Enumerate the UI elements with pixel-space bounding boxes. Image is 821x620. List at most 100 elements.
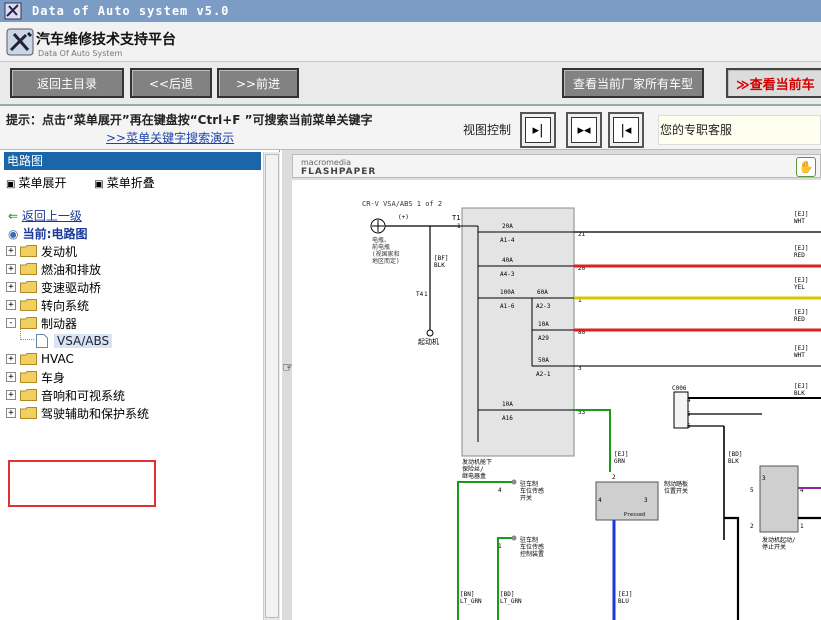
expand-icon[interactable]: +: [6, 300, 16, 310]
current-model-button[interactable]: ≫查看当前车: [726, 68, 821, 98]
svg-text:YEL: YEL: [794, 284, 805, 291]
flashpaper-logo: macromedia FLASHPAPER: [301, 158, 377, 177]
app-subtitle: Data Of Auto System: [38, 49, 123, 58]
back-button[interactable]: <<后退: [130, 68, 212, 98]
tree-leaf-vsa-abs[interactable]: VSA/ABS: [36, 332, 113, 350]
folder-icon: [20, 389, 37, 401]
svg-text:A1-4: A1-4: [500, 237, 515, 244]
flashpaper-toolbar: macromedia FLASHPAPER ✋: [292, 154, 821, 178]
svg-text:[EJ]: [EJ]: [614, 451, 628, 458]
battery-note: 电瓶、前电瓶(视国家和地区而定): [372, 236, 400, 265]
start-stop-switch: [759, 465, 799, 533]
expand-icon[interactable]: +: [6, 246, 16, 256]
svg-text:BLU: BLU: [618, 598, 629, 605]
view-expand-right-button[interactable]: ▸|: [520, 112, 556, 148]
tree-connector: [20, 322, 34, 340]
svg-text:Pressed: Pressed: [624, 512, 645, 518]
tree-node[interactable]: + 转向系统: [6, 296, 89, 314]
svg-text:10A: 10A: [538, 321, 549, 328]
wiring-diagram-svg: CR-V VSA/ABS 1 of 2 (+) 电瓶、前电瓶(视国家和地区而定)…: [362, 200, 821, 620]
c006-label: C006: [672, 385, 687, 392]
tree-node[interactable]: + 变速驱动桥: [6, 278, 101, 296]
title-bar: Data of Auto system v5.0: [0, 0, 821, 22]
green-arrow-left-icon: ⇐: [8, 209, 19, 223]
hint-bar: 提示：点击“菜单展开”再在键盘按“Ctrl+F ”可搜索当前菜单关键字 >>菜单…: [0, 106, 821, 150]
split-icon: ▸◂: [577, 122, 591, 138]
tree-node-label: 音响和可视系统: [41, 388, 126, 403]
svg-text:2: 2: [612, 474, 616, 481]
all-models-button[interactable]: 查看当前厂家所有车型: [562, 68, 704, 98]
globe-icon: ◉: [8, 227, 19, 241]
wiring-diagram[interactable]: CR-V VSA/ABS 1 of 2 (+) 电瓶、前电瓶(视国家和地区而定)…: [292, 180, 821, 620]
ground-pin: 1: [424, 291, 428, 298]
svg-text:3: 3: [644, 497, 648, 504]
menu-panel: 电路图 ▣ 菜单展开 ▣ 菜单折叠 ⇐ 返回上一级 ◉ 当前:电路图 + 发动机 + 燃油…: [0, 150, 280, 620]
expand-icon[interactable]: +: [6, 390, 16, 400]
app-icon: [4, 2, 22, 20]
arrow-right-icon: ▸|: [532, 122, 544, 138]
expand-icon[interactable]: +: [6, 354, 16, 364]
panel-scrollbar[interactable]: [263, 152, 280, 620]
document-viewer: macromedia FLASHPAPER ✋ ☞ CR-V VSA/ABS 1…: [282, 150, 821, 620]
tree-node-label: 燃油和排放: [41, 262, 102, 277]
tree-node[interactable]: + 驾驶辅助和保护系统: [6, 404, 149, 422]
ground-wire-code: [BF] BLK: [434, 255, 448, 269]
tree-node-label: 转向系统: [41, 298, 90, 313]
menu-expand-button[interactable]: ▣ 菜单展开: [6, 176, 78, 190]
tree-node-label: 发动机: [41, 244, 78, 259]
hand-tool-icon[interactable]: ✋: [796, 157, 816, 177]
wire-grn: [574, 409, 611, 472]
svg-text:[EJ]: [EJ]: [618, 591, 632, 598]
view-split-button[interactable]: ▸◂: [566, 112, 602, 148]
svg-text:[EJ]: [EJ]: [794, 309, 808, 316]
tree-node[interactable]: + 车身: [6, 368, 65, 386]
expand-box-icon: ▣: [6, 179, 16, 190]
tree-leaf-label: VSA/ABS: [54, 334, 113, 348]
home-button[interactable]: 返回主目录: [10, 68, 124, 98]
svg-text:RED: RED: [794, 316, 805, 323]
menu-collapse-button[interactable]: ▣ 菜单折叠: [94, 176, 166, 190]
t1-label: T1: [452, 214, 460, 222]
expand-icon[interactable]: +: [6, 408, 16, 418]
svg-text:BLK: BLK: [728, 458, 739, 465]
app-header: 汽车维修技术支持平台 Data Of Auto System: [0, 22, 821, 62]
menu-actions: ▣ 菜单展开 ▣ 菜单折叠: [6, 174, 179, 191]
tree-node[interactable]: + 音响和可视系统: [6, 386, 125, 404]
svg-text:[BD]: [BD]: [500, 591, 514, 598]
tree-node-label: 驾驶辅助和保护系统: [41, 406, 150, 421]
tree-node-label: 车身: [41, 370, 66, 385]
back-up-link[interactable]: ⇐ 返回上一级: [8, 207, 82, 224]
collapse-icon[interactable]: -: [6, 318, 16, 328]
svg-text:[EJ]: [EJ]: [794, 211, 808, 218]
app-title: 汽车维修技术支持平台: [36, 32, 176, 48]
search-demo-link[interactable]: >>菜单关键字搜索演示: [106, 129, 234, 146]
svg-text:A4-3: A4-3: [500, 271, 515, 278]
tree-node[interactable]: + HVAC: [6, 350, 74, 368]
panel-title: 电路图: [4, 152, 261, 170]
svg-text:3: 3: [762, 475, 766, 482]
tree-node[interactable]: - 制动器: [6, 314, 77, 332]
folder-icon: [20, 245, 37, 257]
expand-icon[interactable]: +: [6, 372, 16, 382]
svg-text:WHT: WHT: [794, 218, 805, 225]
svg-text:20A: 20A: [502, 223, 513, 230]
tree-node[interactable]: + 发动机: [6, 242, 77, 260]
svg-text:5: 5: [750, 487, 754, 494]
view-expand-left-button[interactable]: |◂: [608, 112, 644, 148]
fuse-box-label: 发动机舱下保险丝/继电器盒: [462, 458, 492, 480]
expand-icon[interactable]: +: [6, 264, 16, 274]
expand-icon[interactable]: +: [6, 282, 16, 292]
svg-text:[EJ]: [EJ]: [794, 345, 808, 352]
toolbar: 返回主目录 <<后退 >>前进 查看当前厂家所有车型 ≫查看当前车: [0, 62, 821, 106]
forward-button[interactable]: >>前进: [217, 68, 299, 98]
svg-text:[BD]: [BD]: [728, 451, 742, 458]
svg-text:60A: 60A: [537, 289, 548, 296]
svg-text:BLK: BLK: [794, 390, 805, 397]
svg-text:A29: A29: [538, 335, 549, 342]
svg-text:4: 4: [498, 487, 502, 494]
svg-text:4: 4: [687, 397, 691, 404]
svg-text:LT_GRN: LT_GRN: [460, 598, 482, 605]
folder-icon: [20, 281, 37, 293]
tree-node[interactable]: + 燃油和排放: [6, 260, 101, 278]
svg-text:GRN: GRN: [614, 458, 625, 465]
